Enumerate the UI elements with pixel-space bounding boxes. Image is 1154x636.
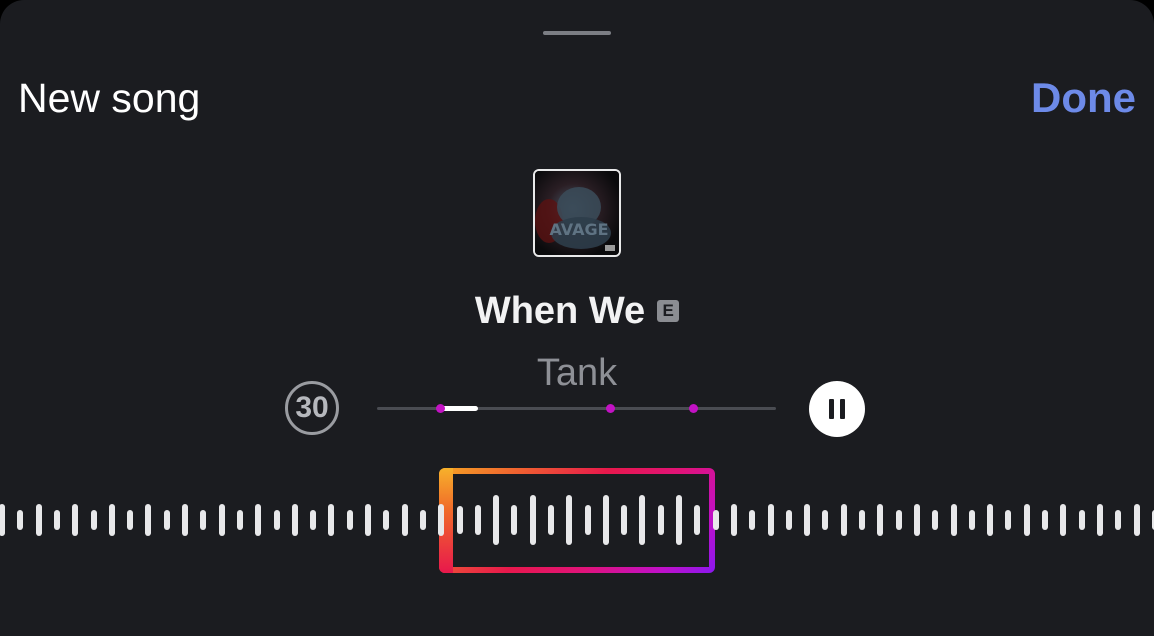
waveform-bar xyxy=(1024,504,1030,536)
waveform-bar xyxy=(1115,510,1121,530)
waveform-bar xyxy=(786,510,792,530)
pause-icon xyxy=(840,399,845,419)
waveform-bar xyxy=(877,504,883,536)
explicit-badge: E xyxy=(657,300,680,322)
waveform-bar xyxy=(731,504,737,536)
playback-progress-fill xyxy=(441,406,478,411)
waveform-bar xyxy=(292,504,298,536)
waveform-bar xyxy=(475,505,481,535)
waveform-bar xyxy=(841,504,847,536)
waveform-bar xyxy=(274,510,280,530)
waveform-bar xyxy=(511,505,517,535)
waveform-bar xyxy=(109,504,115,536)
pause-button[interactable] xyxy=(809,381,865,437)
waveform-bar xyxy=(182,504,188,536)
waveform-bar xyxy=(530,495,536,545)
waveform-bar xyxy=(1097,504,1103,536)
waveform-bar xyxy=(457,506,463,534)
song-picker-sheet: New song Done AVAGE When We E Tank 30 xyxy=(0,0,1154,636)
waveform-bar xyxy=(914,504,920,536)
highlight-marker xyxy=(606,404,615,413)
waveform-bar xyxy=(694,505,700,535)
waveform-bar xyxy=(310,510,316,530)
waveform-bar xyxy=(768,504,774,536)
highlight-marker xyxy=(689,404,698,413)
waveform-bar xyxy=(1005,510,1011,530)
song-title-row: When We E xyxy=(0,288,1154,334)
done-button[interactable]: Done xyxy=(1031,72,1136,124)
album-artwork-image: AVAGE xyxy=(535,171,619,255)
artist-name: Tank xyxy=(536,352,618,394)
waveform-bar xyxy=(658,505,664,535)
waveform-bar xyxy=(859,510,865,530)
sheet-grabber[interactable] xyxy=(543,31,611,35)
waveform-bar xyxy=(603,495,609,545)
waveform-bar xyxy=(200,510,206,530)
waveform-bar xyxy=(219,504,225,536)
waveform-bar xyxy=(420,510,426,530)
waveform-bar xyxy=(72,504,78,536)
waveform-bar xyxy=(951,504,957,536)
waveform-bar xyxy=(145,504,151,536)
waveform-bar xyxy=(1042,510,1048,530)
waveform-bar xyxy=(36,504,42,536)
audio-waveform[interactable] xyxy=(0,460,1154,580)
waveform-bar xyxy=(91,510,97,530)
waveform-bar xyxy=(1134,504,1140,536)
waveform-bar xyxy=(896,510,902,530)
waveform-bar xyxy=(383,510,389,530)
waveform-bar xyxy=(402,504,408,536)
waveform-bar xyxy=(164,510,170,530)
waveform-bar xyxy=(347,510,353,530)
waveform-bar xyxy=(969,510,975,530)
waveform-bar xyxy=(365,504,371,536)
waveform-bar xyxy=(585,505,591,535)
waveform-bar xyxy=(127,510,133,530)
waveform-bar xyxy=(822,510,828,530)
waveform-bar xyxy=(54,510,60,530)
waveform-bar xyxy=(621,505,627,535)
waveform-bar xyxy=(493,495,499,545)
album-artwork: AVAGE xyxy=(533,169,621,257)
waveform-bar xyxy=(804,504,810,536)
waveform-bar xyxy=(749,510,755,530)
waveform-bar xyxy=(713,510,719,530)
waveform-bar xyxy=(987,504,993,536)
highlight-marker xyxy=(436,404,445,413)
duration-selector-button[interactable]: 30 xyxy=(285,381,339,435)
waveform-bar xyxy=(0,504,5,536)
waveform-bar xyxy=(566,495,572,545)
waveform-bar xyxy=(255,504,261,536)
waveform-bar xyxy=(639,495,645,545)
waveform-bar xyxy=(1060,504,1066,536)
waveform-bar xyxy=(237,510,243,530)
waveform-bar xyxy=(548,505,554,535)
waveform-bar xyxy=(932,510,938,530)
waveform-bar xyxy=(676,495,682,545)
page-title: New song xyxy=(18,75,201,121)
artwork-text: AVAGE xyxy=(549,220,608,239)
waveform-bar xyxy=(438,504,444,536)
waveform-bar xyxy=(328,504,334,536)
waveform-bar xyxy=(17,510,23,530)
pause-icon xyxy=(829,399,834,419)
song-title: When We xyxy=(474,290,646,332)
waveform-bar xyxy=(1079,510,1085,530)
